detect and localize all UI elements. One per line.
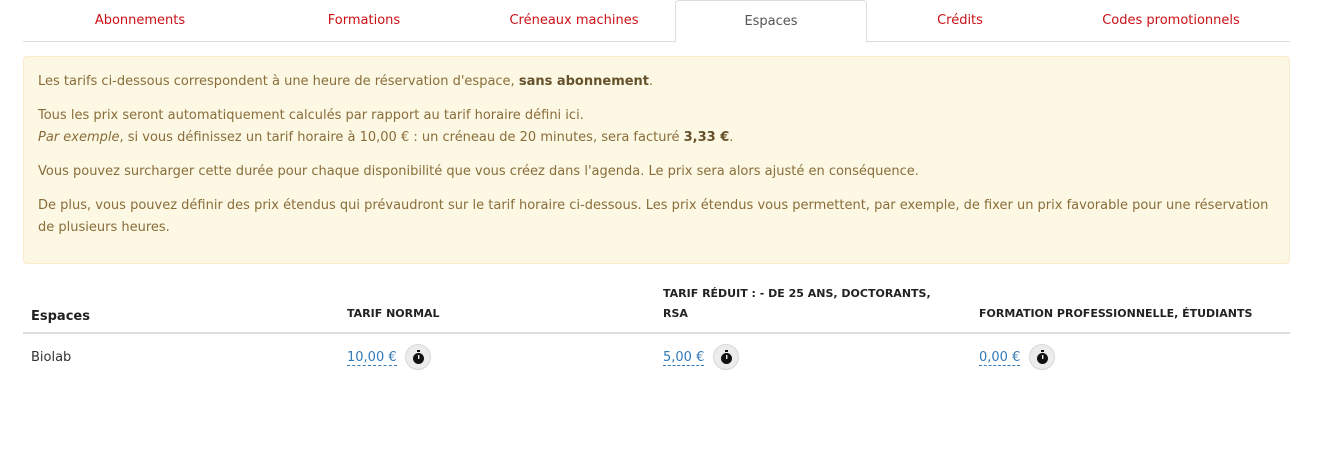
header-formation-pro: FORMATION PROFESSIONNELLE, ÉTUDIANTS [971,280,1290,334]
info-text: , si vous définissez un tarif horaire à … [119,130,684,145]
tab-codes-promotionnels[interactable]: Codes promotionnels [1079,0,1263,42]
price-formation-value[interactable]: 0,00 € [979,349,1021,366]
table-header-row: Espaces TARIF NORMAL TARIF RÉDUIT : - DE… [23,280,1290,334]
tab-creneaux-machines[interactable]: Créneaux machines [487,0,661,42]
info-text: Les tarifs ci-dessous correspondent à un… [38,74,519,89]
info-emphasis: sans abonnement [518,74,650,89]
info-paragraph-1: Les tarifs ci-dessous correspondent à un… [38,71,1275,93]
tab-abonnements[interactable]: Abonnements [53,0,227,42]
stopwatch-icon[interactable] [712,344,739,370]
spaces-pricing-table: Espaces TARIF NORMAL TARIF RÉDUIT : - DE… [23,280,1290,380]
tab-formations[interactable]: Formations [277,0,451,42]
price-normal-value[interactable]: 10,00 € [347,349,397,366]
space-name: Biolab [31,349,72,365]
info-example-price: 3,33 € [683,130,730,145]
info-example-label: Par exemple [38,130,120,145]
price-cell-normal: 10,00 € [339,333,655,380]
table-row: Biolab 10,00 € 5,00 € 0,00 € [23,333,1290,380]
pricing-info-alert: Les tarifs ci-dessous correspondent à un… [23,56,1290,264]
tabs-nav: Abonnements Formations Créneaux machines… [23,0,1290,43]
stopwatch-icon[interactable] [404,344,431,370]
price-cell-reduit: 5,00 € [655,333,971,380]
header-tarif-normal: TARIF NORMAL [339,280,655,334]
header-tarif-reduit: TARIF RÉDUIT : - DE 25 ANS, DOCTORANTS, … [655,280,971,334]
header-tarif-reduit-text: TARIF RÉDUIT : - DE 25 ANS, DOCTORANTS, … [663,287,931,320]
info-text: Tous les prix seront automatiquement cal… [38,108,584,123]
price-reduit-value[interactable]: 5,00 € [663,349,705,366]
tab-credits[interactable]: Crédits [873,0,1047,42]
info-paragraph-4: De plus, vous pouvez définir des prix ét… [38,198,1269,235]
info-paragraph-2: Tous les prix seront automatiquement cal… [38,105,1275,149]
info-paragraph-3: Vous pouvez surcharger cette durée pour … [38,164,919,179]
info-text: . [649,74,654,89]
info-text: . [729,130,734,145]
header-espaces: Espaces [23,280,339,334]
tab-espaces[interactable]: Espaces [675,0,867,43]
stopwatch-icon[interactable] [1028,344,1055,370]
price-cell-formation: 0,00 € [971,333,1290,380]
